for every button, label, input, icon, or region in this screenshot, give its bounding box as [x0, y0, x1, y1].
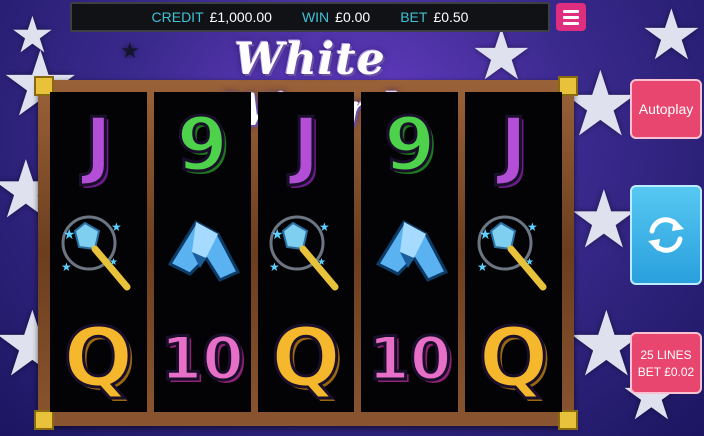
lines-bet-button[interactable]: 25 LINES BET £0.02 — [630, 332, 702, 394]
letter-a-symbol — [168, 219, 241, 282]
reel-symbol: Q — [52, 311, 144, 407]
symbol-q-label: Q — [270, 310, 343, 406]
frame-corner — [34, 410, 54, 430]
wizard-wand-icon: ★ ★ ★ ★ — [477, 215, 547, 291]
symbol-j-label: J — [291, 102, 321, 189]
reel-1: J ★ ★ ★ ★ Q — [50, 92, 147, 412]
reel-grid: J ★ ★ ★ ★ Q 9 10 J ★ ★ ★ ★ Q 9 10 J ★ ★ ★ ★ Q — [50, 92, 562, 412]
reel-4: 9 10 — [361, 92, 459, 412]
svg-text:★: ★ — [271, 226, 284, 242]
reel-symbol: ★ ★ ★ ★ — [468, 204, 560, 300]
reel-symbol: ★ ★ ★ ★ — [260, 204, 352, 300]
svg-text:★: ★ — [61, 260, 72, 274]
bet-label: BET — [400, 9, 428, 25]
reel-3: J ★ ★ ★ ★ Q — [257, 92, 355, 412]
symbol-10-label: 10 — [367, 323, 453, 394]
reel-symbol: Q — [468, 311, 560, 407]
spin-button[interactable] — [630, 185, 702, 285]
svg-text:★: ★ — [111, 220, 122, 234]
reel-symbol: J — [260, 97, 352, 193]
wizard-wand-icon: ★ ★ ★ ★ — [269, 215, 339, 291]
symbol-j-label: J — [498, 102, 528, 189]
credit-label: CREDIT — [151, 9, 204, 25]
reel-2: 9 10 — [153, 92, 251, 412]
svg-text:★: ★ — [479, 226, 492, 242]
win-label: WIN — [301, 9, 330, 25]
symbol-q-label: Q — [477, 310, 550, 406]
reel-symbol — [364, 204, 456, 300]
symbol-j-label: J — [83, 102, 113, 189]
lines-label: 25 LINES — [640, 347, 692, 362]
reel-symbol: J — [468, 97, 560, 193]
credit-display: CREDIT £1,000.00 — [152, 9, 272, 25]
menu-button[interactable] — [556, 3, 586, 31]
svg-text:★: ★ — [63, 226, 76, 242]
autoplay-button[interactable]: Autoplay — [630, 79, 702, 139]
bet-value: £0.50 — [433, 9, 469, 25]
svg-text:★: ★ — [525, 257, 534, 268]
bet-display: BET £0.50 — [400, 9, 468, 25]
reel-symbol: 9 — [364, 97, 456, 193]
svg-text:★: ★ — [319, 220, 330, 234]
wizard-wand-icon: ★ ★ ★ ★ — [61, 215, 131, 291]
svg-text:★: ★ — [269, 260, 280, 274]
refresh-icon — [648, 217, 684, 253]
reel-symbol: 10 — [156, 311, 248, 407]
credit-value: £1,000.00 — [209, 9, 272, 25]
svg-text:★: ★ — [527, 220, 538, 234]
hamburger-menu-icon — [563, 9, 579, 13]
line-bet-label: BET £0.02 — [637, 364, 695, 379]
reel-5: J ★ ★ ★ ★ Q — [465, 92, 562, 412]
svg-text:★: ★ — [317, 257, 326, 268]
game-title-logo: White Wizard — [221, 34, 399, 136]
reel-symbol: Q — [260, 311, 352, 407]
reel-symbol — [156, 204, 248, 300]
symbol-10-label: 10 — [159, 323, 245, 394]
reel-symbol: 10 — [364, 311, 456, 407]
reel-symbol: ★ ★ ★ ★ — [52, 204, 144, 300]
letter-a-symbol — [375, 219, 448, 282]
status-bar: CREDIT £1,000.00 WIN £0.00 BET £0.50 — [70, 2, 550, 32]
symbol-9-label: 9 — [383, 102, 437, 189]
win-display: WIN £0.00 — [302, 9, 370, 25]
reel-symbol: 9 — [156, 97, 248, 193]
frame-corner — [558, 410, 578, 430]
hamburger-menu-icon — [563, 15, 579, 19]
svg-text:★: ★ — [109, 257, 118, 268]
hamburger-menu-icon — [563, 21, 579, 25]
symbol-9-label: 9 — [175, 102, 229, 189]
symbol-q-label: Q — [62, 310, 135, 406]
svg-text:★: ★ — [477, 260, 488, 274]
win-value: £0.00 — [335, 9, 371, 25]
reel-symbol: J — [52, 97, 144, 193]
